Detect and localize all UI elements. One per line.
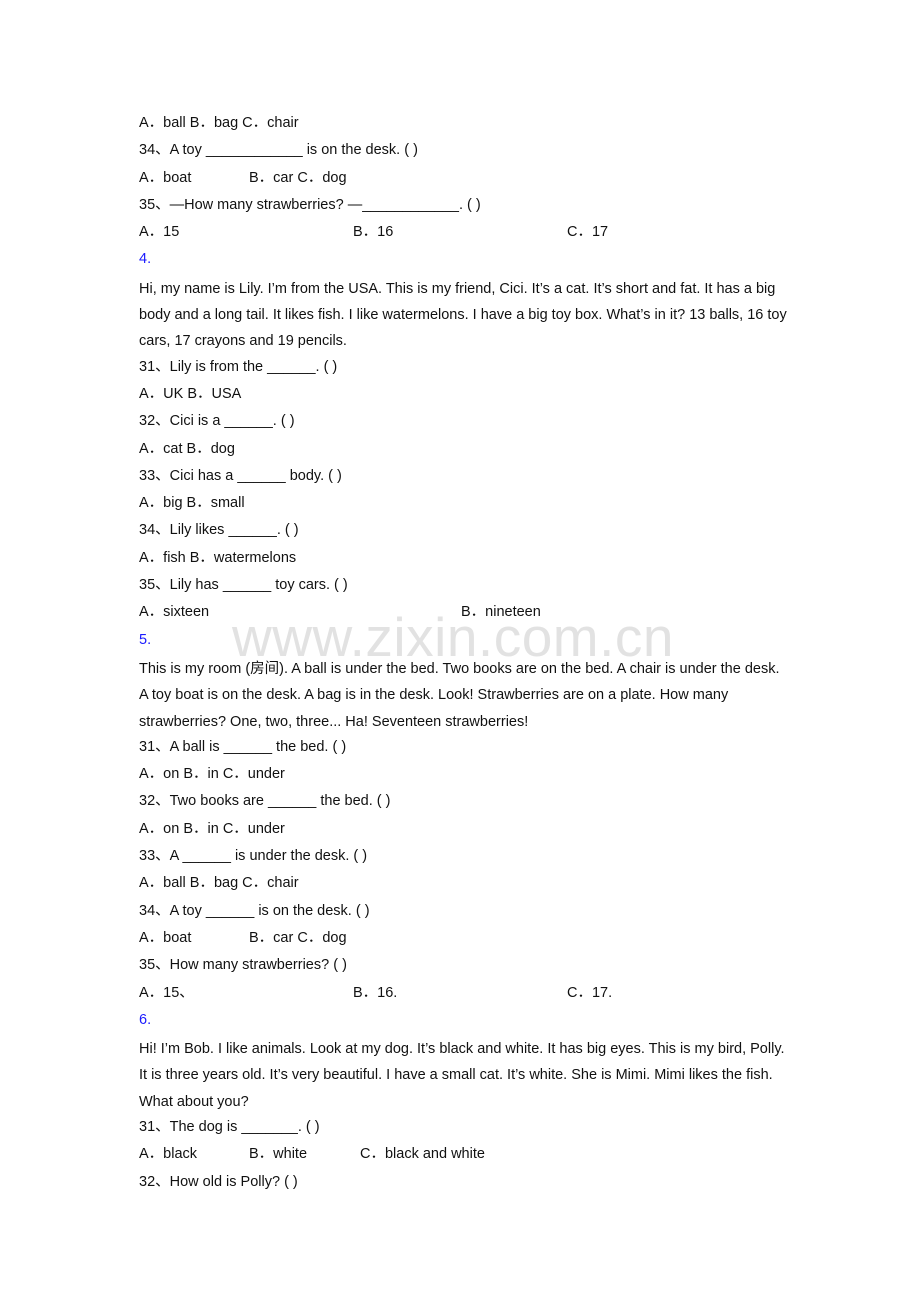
- question-options: A．fish B．watermelons: [139, 549, 297, 566]
- reading-passage: This is my room (房间). A ball is under th…: [139, 660, 780, 730]
- option-b: B．white: [249, 1146, 308, 1163]
- question-options: A．15、 B．16. C．17.: [139, 982, 789, 1009]
- option-c: C．black and white: [360, 1146, 485, 1163]
- question-options: A．sixteen B．nineteen: [139, 601, 789, 628]
- question-options: A．UK B．USA: [139, 385, 242, 402]
- option-a: A．15、: [139, 984, 194, 1001]
- question-options: A．on B．in C．under: [139, 766, 285, 783]
- question-options: A．ball B．bag C．chair: [139, 115, 299, 131]
- question-options: A．ball B．bag C．chair: [139, 875, 299, 892]
- question-text: 33、A ______ is under the desk. ( ): [139, 848, 368, 865]
- option-b-c: B．car C．dog: [249, 169, 347, 186]
- section-number: 5.: [139, 631, 152, 648]
- question-options: A．cat B．dog: [139, 440, 235, 457]
- question-options: A．15 B．16 C．17: [139, 221, 789, 248]
- reading-passage: Hi! I’m Bob. I like animals. Look at my …: [139, 1041, 785, 1110]
- question-options: A．black B．white C．black and white: [139, 1143, 789, 1170]
- option-a: A．boat: [139, 169, 192, 186]
- option-a: A．15: [139, 224, 180, 241]
- worksheet-page: A．ball B．bag C．chair 34、A toy __________…: [139, 112, 789, 1198]
- option-a: A．boat: [139, 929, 192, 946]
- option-b: B．16: [353, 224, 394, 241]
- option-b: B．16.: [353, 984, 398, 1001]
- question-text: 31、The dog is _______. ( ): [139, 1118, 320, 1135]
- section-number: 6.: [139, 1011, 152, 1028]
- question-text: 35、How many strawberries? ( ): [139, 957, 347, 974]
- question-options: A．boat B．car C．dog: [139, 927, 789, 954]
- question-text: 35、—How many strawberries? —____________…: [139, 196, 481, 213]
- question-text: 34、A toy ______ is on the desk. ( ): [139, 902, 370, 919]
- question-text: 33、Cici has a ______ body. ( ): [139, 467, 342, 484]
- option-b-c: B．car C．dog: [249, 929, 347, 946]
- question-options: A．boat B．car C．dog: [139, 167, 789, 194]
- question-text: 32、How old is Polly? ( ): [139, 1173, 298, 1190]
- question-text: 35、Lily has ______ toy cars. ( ): [139, 577, 348, 594]
- question-text: 32、Two books are ______ the bed. ( ): [139, 793, 391, 810]
- section-number: 4.: [139, 251, 152, 268]
- option-a: A．sixteen: [139, 604, 210, 621]
- question-text: 34、A toy ____________ is on the desk. ( …: [139, 142, 418, 159]
- option-a: A．black: [139, 1146, 198, 1163]
- question-options: A．big B．small: [139, 495, 245, 512]
- question-text: 34、Lily likes ______. ( ): [139, 522, 299, 539]
- question-text: 32、Cici is a ______. ( ): [139, 413, 295, 430]
- question-options: A．on B．in C．under: [139, 820, 285, 837]
- question-text: 31、Lily is from the ______. ( ): [139, 358, 338, 375]
- option-c: C．17.: [567, 984, 613, 1001]
- question-text: 31、A ball is ______ the bed. ( ): [139, 738, 347, 755]
- reading-passage: Hi, my name is Lily. I’m from the USA. T…: [139, 280, 787, 350]
- option-c: C．17: [567, 224, 609, 241]
- option-b: B．nineteen: [461, 604, 541, 621]
